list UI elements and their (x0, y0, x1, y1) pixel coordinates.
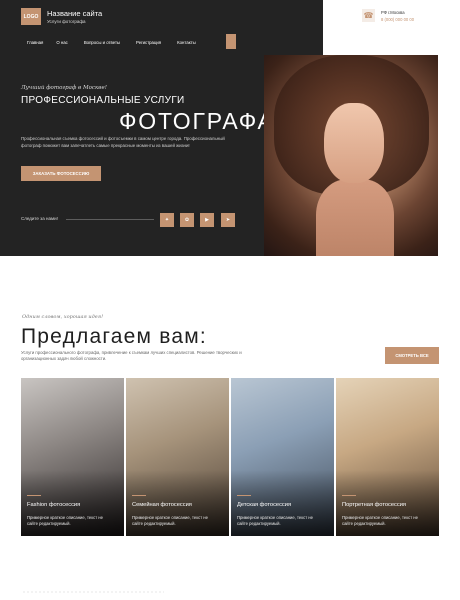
nav-item-faq[interactable]: Вопросы и ответы (84, 40, 120, 45)
city-text: РФ г.Москва (381, 10, 405, 15)
nav-item-register[interactable]: Регистрация (136, 40, 161, 45)
hero-description: Профессиональная съемка фотосессий и фот… (21, 136, 225, 148)
card-accent-line (342, 495, 356, 496)
offer-description: Услуги профессионального фотографа, прив… (21, 350, 242, 361)
follow-us-label: Следите за нами! (21, 216, 58, 221)
nav-item-home[interactable]: Главная (27, 40, 43, 45)
logo[interactable]: LOGO (21, 8, 41, 25)
vk-icon[interactable]: ✦ (160, 213, 174, 227)
card-accent-line (132, 495, 146, 496)
portrait-neck-shape (316, 179, 394, 256)
main-nav: Главная О нас Вопросы и ответы Регистрац… (27, 40, 212, 45)
card-text: Примерное краткое описание, текст не сай… (132, 515, 208, 526)
card-title: Семейная фотосессия (132, 502, 192, 508)
hero-portrait-photo (264, 55, 438, 256)
service-card-portrait[interactable]: Портретная фотосессия Примерное краткое … (336, 378, 439, 536)
hero-title-line1: ПРОФЕССИОНАЛЬНЫЕ УСЛУГИ (21, 95, 185, 106)
follow-divider (66, 219, 154, 220)
topbar-contacts (323, 0, 460, 46)
nav-item-contacts[interactable]: Контакты (177, 40, 196, 45)
nav-item-about[interactable]: О нас (56, 40, 67, 45)
service-card-family[interactable]: Семейная фотосессия Примерное краткое оп… (126, 378, 229, 536)
card-title: Портретная фотосессия (342, 502, 406, 508)
card-title: Детская фотосессия (237, 502, 292, 508)
card-accent-line (27, 495, 41, 496)
phone-icon[interactable]: ☎ (362, 9, 375, 22)
offer-script-text: Одним словом, хорошая идея! (22, 314, 104, 320)
footer-dots-divider (22, 591, 164, 593)
card-title: Fashion фотосессия (27, 502, 81, 508)
card-text: Примерное краткое описание, текст не сай… (27, 515, 103, 526)
portrait-face-shape (324, 103, 384, 183)
site-name: Название сайта (47, 9, 103, 18)
card-accent-line (237, 495, 251, 496)
phone-number[interactable]: 8 (000) 000 00 00 (381, 17, 414, 22)
view-all-button[interactable]: СМОТРЕТЬ ВСЕ (385, 347, 439, 364)
service-card-kids[interactable]: Детская фотосессия Примерное краткое опи… (231, 378, 334, 536)
service-card-fashion[interactable]: Fashion фотосессия Примерное краткое опи… (21, 378, 124, 536)
youtube-icon[interactable]: ▶ (200, 213, 214, 227)
order-photoshoot-button[interactable]: ЗАКАЗАТЬ ФОТОСЕССИЮ (21, 166, 101, 181)
telegram-icon[interactable]: ➤ (221, 213, 235, 227)
ok-icon[interactable]: ✿ (180, 213, 194, 227)
offer-title: Предлагаем вам: (21, 325, 207, 348)
nav-action-button[interactable] (226, 34, 236, 49)
hero-tagline: Лучший фотограф в Москве! (21, 85, 107, 91)
card-text: Примерное краткое описание, текст не сай… (342, 515, 418, 526)
site-subtitle: Услуги фотографа (47, 19, 86, 24)
card-text: Примерное краткое описание, текст не сай… (237, 515, 313, 526)
hero-title-line2: ФОТОГРАФА (119, 108, 275, 134)
